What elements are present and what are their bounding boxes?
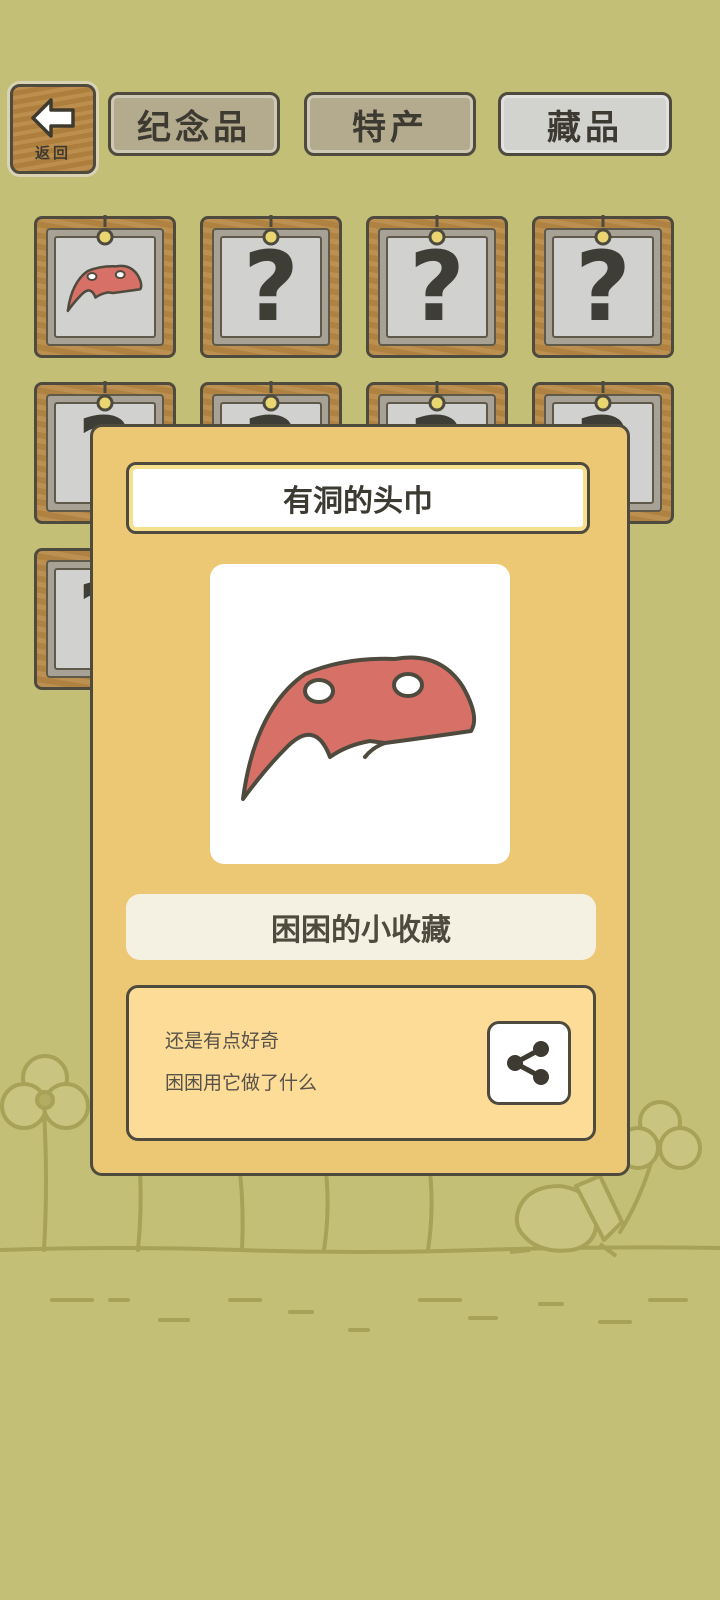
back-button[interactable]: 返回 — [10, 84, 96, 174]
tab-specialties[interactable]: 特产 — [304, 92, 476, 156]
hanger-hook-icon — [262, 381, 280, 412]
hanger-hook-icon — [594, 381, 612, 412]
locked-question-mark: ? — [243, 231, 299, 343]
share-button[interactable] — [487, 1021, 571, 1105]
collection-item-slot[interactable]: ? — [200, 215, 342, 358]
tab-collections[interactable]: 藏品 — [498, 92, 672, 156]
headscarf-icon — [241, 655, 477, 801]
hanger-hook-icon — [262, 215, 280, 246]
arrow-left-icon — [31, 97, 75, 138]
description-line: 还是有点好奇 — [165, 1030, 280, 1052]
tab-souvenirs[interactable]: 纪念品 — [108, 92, 280, 156]
tab-label: 特产 — [352, 107, 428, 148]
hanger-hook-icon — [428, 215, 446, 246]
tab-label: 藏品 — [547, 107, 623, 148]
back-label: 返回 — [34, 143, 71, 162]
collection-item-slot[interactable] — [34, 215, 176, 358]
hanger-hook-icon — [594, 215, 612, 246]
item-image-panel — [210, 564, 510, 864]
hanger-hook-icon — [428, 381, 446, 412]
tab-label: 纪念品 — [137, 107, 251, 148]
headscarf-icon — [66, 264, 143, 313]
collection-item-slot[interactable]: ? — [532, 215, 674, 358]
item-detail-dialog: 有洞的头巾 困困的小收藏 还是有点好奇 困困用它做了什么 — [90, 424, 630, 1176]
hanger-hook-icon — [96, 381, 114, 412]
item-category: 困困的小收藏 — [126, 894, 596, 960]
locked-question-mark: ? — [575, 231, 631, 343]
share-icon — [507, 1041, 549, 1085]
item-description-box: 还是有点好奇 困困用它做了什么 — [126, 985, 596, 1141]
hanger-hook-icon — [96, 215, 114, 246]
locked-question-mark: ? — [409, 231, 465, 343]
collection-item-slot[interactable]: ? — [366, 215, 508, 358]
item-title: 有洞的头巾 — [126, 462, 590, 534]
description-line: 困困用它做了什么 — [165, 1072, 318, 1094]
